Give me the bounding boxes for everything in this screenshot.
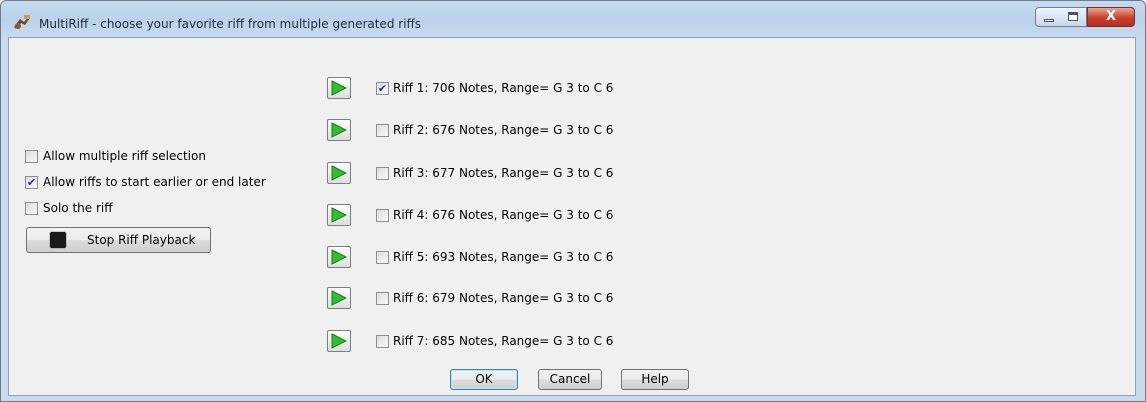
play-icon	[331, 80, 347, 96]
riff-1-checkbox[interactable]: ✔	[376, 82, 389, 95]
play-icon	[331, 207, 347, 223]
play-riff-4-button[interactable]	[327, 204, 351, 226]
close-button[interactable]: X	[1087, 7, 1135, 27]
maximize-button[interactable]	[1061, 7, 1087, 27]
help-button[interactable]: Help	[621, 369, 689, 390]
riff-6-label: Riff 6: 679 Notes, Range= G 3 to C 6	[393, 291, 614, 305]
play-riff-7-button[interactable]	[327, 330, 351, 352]
app-icon	[14, 15, 30, 29]
play-riff-5-button[interactable]	[327, 246, 351, 268]
stop-button-label: Stop Riff Playback	[87, 233, 196, 247]
option-label: Allow multiple riff selection	[43, 149, 206, 163]
play-riff-3-button[interactable]	[327, 162, 351, 184]
close-icon: X	[1105, 9, 1117, 24]
dialog-body: Allow multiple riff selection ✔ Allow ri…	[8, 37, 1136, 396]
title-bar[interactable]: MultiRiff - choose your favorite riff fr…	[1, 1, 1145, 37]
riff-4-label: Riff 4: 676 Notes, Range= G 3 to C 6	[393, 208, 614, 222]
multiriff-window: MultiRiff - choose your favorite riff fr…	[0, 0, 1146, 402]
riff-3-label: Riff 3: 677 Notes, Range= G 3 to C 6	[393, 166, 614, 180]
minimize-icon	[1044, 19, 1054, 22]
riff-7-checkbox[interactable]	[376, 335, 389, 348]
checkbox-allow-early-late[interactable]: ✔	[25, 176, 38, 189]
stop-riff-playback-button[interactable]: Stop Riff Playback	[26, 227, 211, 253]
riff-5-label: Riff 5: 693 Notes, Range= G 3 to C 6	[393, 250, 614, 264]
riff-4-checkbox[interactable]	[376, 209, 389, 222]
riff-7-label: Riff 7: 685 Notes, Range= G 3 to C 6	[393, 334, 614, 348]
checkbox-solo-riff[interactable]	[25, 202, 38, 215]
ok-button[interactable]: OK	[450, 369, 518, 390]
option-label: Allow riffs to start earlier or end late…	[43, 175, 266, 189]
play-riff-6-button[interactable]	[327, 287, 351, 309]
play-riff-2-button[interactable]	[327, 119, 351, 141]
riff-2-label: Riff 2: 676 Notes, Range= G 3 to C 6	[393, 123, 614, 137]
play-riff-1-button[interactable]	[327, 77, 351, 99]
play-icon	[331, 122, 347, 138]
play-icon	[331, 249, 347, 265]
riff-6-checkbox[interactable]	[376, 292, 389, 305]
window-title: MultiRiff - choose your favorite riff fr…	[39, 17, 422, 31]
maximize-icon	[1068, 12, 1078, 21]
riff-3-checkbox[interactable]	[376, 167, 389, 180]
riff-2-checkbox[interactable]	[376, 124, 389, 137]
checkbox-allow-multiple[interactable]	[25, 150, 38, 163]
riff-5-checkbox[interactable]	[376, 251, 389, 264]
play-icon	[331, 333, 347, 349]
option-label: Solo the riff	[43, 201, 113, 215]
play-icon	[331, 290, 347, 306]
riff-1-label: Riff 1: 706 Notes, Range= G 3 to C 6	[393, 81, 614, 95]
play-icon	[331, 165, 347, 181]
stop-icon	[50, 232, 66, 248]
minimize-button[interactable]	[1035, 7, 1062, 27]
cancel-button[interactable]: Cancel	[538, 369, 602, 390]
